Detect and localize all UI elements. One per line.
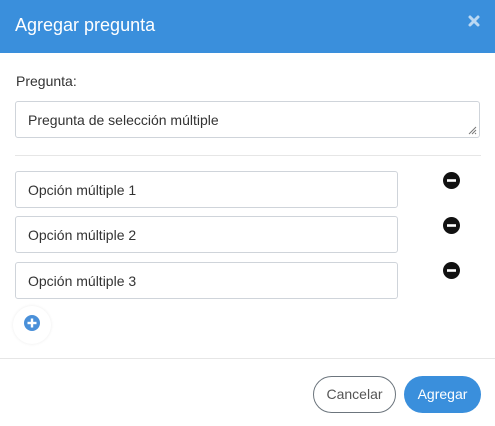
cancel-button[interactable]: Cancelar xyxy=(313,376,396,413)
plus-circle-icon xyxy=(24,315,40,331)
option-input-2[interactable]: Opción múltiple 2 xyxy=(15,216,398,253)
divider xyxy=(15,155,481,156)
remove-option-2-button[interactable] xyxy=(443,217,460,234)
remove-option-1-button[interactable] xyxy=(443,172,460,189)
dialog-title: Agregar pregunta xyxy=(15,15,156,35)
question-label: Pregunta: xyxy=(16,73,77,89)
add-button[interactable]: Agregar xyxy=(404,376,481,413)
option-text: Opción múltiple 2 xyxy=(28,227,137,243)
resize-grip-icon[interactable] xyxy=(467,125,477,135)
question-text: Pregunta de selección múltiple xyxy=(28,112,219,128)
option-input-3[interactable]: Opción múltiple 3 xyxy=(15,262,398,299)
close-button[interactable] xyxy=(467,14,481,28)
add-option-button[interactable] xyxy=(13,306,51,344)
close-icon xyxy=(468,15,480,27)
footer-divider xyxy=(0,358,495,359)
question-textarea[interactable]: Pregunta de selección múltiple xyxy=(15,101,480,138)
dialog-header: Agregar pregunta xyxy=(0,0,495,53)
remove-option-3-button[interactable] xyxy=(443,262,460,279)
minus-circle-icon xyxy=(443,217,460,234)
option-text: Opción múltiple 1 xyxy=(28,182,137,198)
option-input-1[interactable]: Opción múltiple 1 xyxy=(15,171,398,208)
option-text: Opción múltiple 3 xyxy=(28,273,137,289)
add-question-dialog: Agregar pregunta Pregunta: Pregunta de s… xyxy=(0,0,495,426)
minus-circle-icon xyxy=(443,262,460,279)
minus-circle-icon xyxy=(443,172,460,189)
